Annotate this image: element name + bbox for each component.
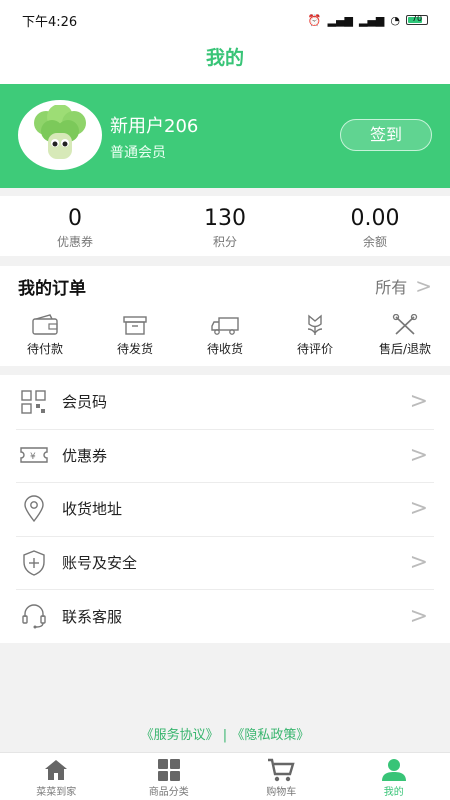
chevron-right-icon: > [409, 442, 428, 468]
orders-title: 我的订单 [18, 278, 86, 299]
menu-item-member-code[interactable]: 会员码 > [0, 375, 450, 429]
orders-header: 我的订单 所有 > [0, 266, 450, 306]
cart-icon [268, 758, 295, 782]
status-bar: 下午4:26 ⏰ ▂▄▆ ▂▄▆ ◔ 70 [0, 0, 450, 40]
wifi-icon: ◔ [390, 13, 400, 27]
stat-label: 优惠券 [56, 235, 93, 249]
stat-value: 0.00 [350, 206, 400, 231]
menu-item-account-security[interactable]: 账号及安全 > [0, 535, 450, 590]
stats-bar: 0 优惠券 130 积分 0.00 余额 [0, 196, 450, 256]
tools-icon [392, 314, 418, 335]
headset-icon [18, 600, 50, 632]
shield-icon [18, 547, 50, 579]
tab-categories[interactable]: 商品分类 [113, 753, 226, 800]
chevron-right-icon: > [409, 550, 428, 576]
service-agreement-link[interactable]: 《服务协议》 [141, 728, 219, 743]
order-pending-shipment[interactable]: 待发货 [90, 306, 180, 366]
box-icon [123, 316, 147, 335]
profile-card: 新用户206 普通会员 签到 [0, 84, 450, 188]
orders-all-link[interactable]: 所有 > [375, 274, 432, 298]
chevron-right-icon: > [409, 496, 428, 522]
privacy-policy-link[interactable]: 《隐私政策》 [231, 728, 309, 743]
order-label: 待收货 [206, 342, 243, 356]
tab-label: 菜菜到家 [36, 787, 77, 798]
battery-level: 70 [411, 14, 423, 23]
chevron-right-icon: > [409, 389, 428, 415]
settings-menu: 会员码 > ¥ 优惠券 > 收货地址 > 账号及安全 > 联系客服 > [0, 375, 450, 643]
member-level: 普通会员 [110, 145, 166, 161]
qrcode-icon [18, 386, 50, 418]
truck-icon [211, 317, 239, 335]
order-status-list: 待付款 待发货 待收货 待评价 售后/退款 [0, 306, 450, 366]
broccoli-avatar-icon [34, 105, 86, 159]
battery-icon: 70 [406, 14, 428, 25]
tab-cart[interactable]: 购物车 [225, 753, 338, 800]
menu-label: 账号及安全 [62, 554, 138, 573]
stat-label: 积分 [212, 235, 237, 249]
order-label: 待付款 [26, 342, 63, 356]
coupon-icon: ¥ [18, 439, 50, 471]
signal-icon: ▂▄▆ [327, 13, 353, 27]
menu-item-customer-service[interactable]: 联系客服 > [0, 589, 450, 643]
menu-label: 会员码 [62, 393, 108, 412]
link-separator: | [222, 728, 228, 743]
stat-label: 余额 [362, 235, 387, 249]
order-label: 待发货 [116, 342, 153, 356]
tab-home[interactable]: 菜菜到家 [0, 753, 113, 800]
menu-label: 收货地址 [62, 500, 123, 519]
bottom-tabbar: 菜菜到家 商品分类 购物车 我的 [0, 752, 450, 800]
stat-points[interactable]: 130 积分 [150, 196, 300, 256]
menu-item-coupons[interactable]: ¥ 优惠券 > [0, 428, 450, 483]
wallet-icon [32, 314, 58, 335]
signal-icon-2: ▂▄▆ [359, 13, 385, 27]
stat-value: 0 [68, 206, 82, 231]
orders-section: 我的订单 所有 > 待付款 待发货 待收货 待评价 售后/退款 [0, 266, 450, 366]
alarm-icon: ⏰ [307, 13, 322, 27]
stat-balance[interactable]: 0.00 余额 [300, 196, 450, 256]
legal-links: 《服务协议》 | 《隐私政策》 [0, 724, 450, 743]
menu-label: 联系客服 [62, 607, 123, 626]
stat-coupons[interactable]: 0 优惠券 [0, 196, 150, 256]
orders-all-label: 所有 [375, 278, 408, 297]
avatar[interactable] [18, 100, 102, 170]
checkin-button[interactable]: 签到 [340, 119, 432, 151]
stat-value: 130 [204, 206, 246, 231]
tab-mine[interactable]: 我的 [338, 753, 450, 800]
page-title: 我的 [0, 40, 450, 84]
user-icon [381, 759, 406, 781]
status-icons: ⏰ ▂▄▆ ▂▄▆ ◔ 70 [308, 14, 428, 27]
menu-item-address[interactable]: 收货地址 > [0, 482, 450, 536]
tab-label: 我的 [383, 787, 404, 798]
user-name: 新用户206 [110, 116, 199, 137]
order-pending-review[interactable]: 待评价 [270, 306, 360, 366]
menu-label: 优惠券 [62, 446, 108, 465]
svg-text:¥: ¥ [30, 452, 36, 462]
flower-icon [307, 314, 323, 335]
order-after-sales[interactable]: 售后/退款 [360, 306, 450, 366]
tab-label: 商品分类 [148, 787, 189, 798]
order-label: 待评价 [296, 342, 333, 356]
chevron-right-icon: > [409, 603, 428, 629]
order-pending-receipt[interactable]: 待收货 [180, 306, 270, 366]
home-icon [45, 760, 68, 780]
location-icon [18, 493, 50, 525]
chevron-right-icon: > [415, 274, 432, 298]
order-label: 售后/退款 [378, 342, 432, 356]
grid-icon [157, 759, 180, 781]
status-time: 下午4:26 [22, 14, 78, 30]
order-pending-payment[interactable]: 待付款 [0, 306, 90, 366]
tab-label: 购物车 [266, 787, 297, 798]
